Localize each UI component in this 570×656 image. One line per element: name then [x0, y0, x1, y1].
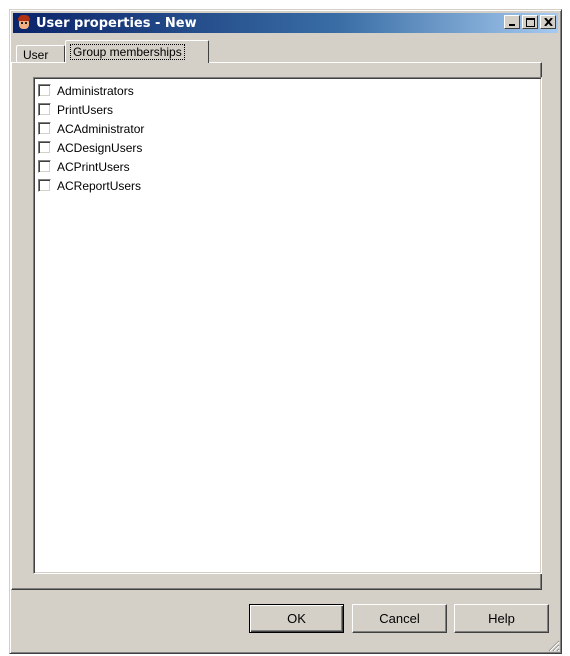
group-item-printusers[interactable]: PrintUsers: [38, 100, 144, 119]
ok-button[interactable]: OK: [249, 604, 344, 633]
group-checkbox[interactable]: [38, 141, 51, 154]
tab-group-memberships-label: Group memberships: [70, 44, 185, 60]
group-item-acreportusers[interactable]: ACReportUsers: [38, 176, 144, 195]
tab-group-memberships[interactable]: Group memberships: [65, 40, 209, 63]
group-label: ACDesignUsers: [57, 140, 143, 155]
group-checkbox[interactable]: [38, 103, 51, 116]
close-button[interactable]: [540, 15, 556, 29]
resize-grip-icon[interactable]: [548, 640, 560, 652]
title-bar[interactable]: User properties - New: [13, 13, 558, 33]
group-checkbox[interactable]: [38, 84, 51, 97]
window-title: User properties - New: [36, 15, 197, 31]
group-label: PrintUsers: [57, 102, 114, 117]
group-label: ACReportUsers: [57, 178, 142, 193]
group-item-acprintusers[interactable]: ACPrintUsers: [38, 157, 144, 176]
group-checkbox[interactable]: [38, 179, 51, 192]
group-label: Administrators: [57, 83, 134, 98]
close-icon: [543, 17, 553, 27]
tab-user[interactable]: User: [16, 45, 65, 63]
caption-buttons: [502, 15, 556, 29]
group-item-acadministrator[interactable]: ACAdministrator: [38, 119, 144, 138]
group-checklist[interactable]: Administrators PrintUsers ACAdministrato…: [33, 77, 542, 574]
group-checkbox[interactable]: [38, 160, 51, 173]
cancel-button[interactable]: Cancel: [352, 604, 447, 633]
maximize-button[interactable]: [522, 15, 538, 29]
group-checkbox[interactable]: [38, 122, 51, 135]
group-item-acdesignusers[interactable]: ACDesignUsers: [38, 138, 144, 157]
help-button[interactable]: Help: [454, 604, 549, 633]
minimize-button[interactable]: [504, 15, 520, 29]
group-label: ACPrintUsers: [57, 159, 130, 174]
group-item-administrators[interactable]: Administrators: [38, 81, 144, 100]
user-avatar-icon: [16, 15, 32, 31]
group-label: ACAdministrator: [57, 121, 145, 136]
